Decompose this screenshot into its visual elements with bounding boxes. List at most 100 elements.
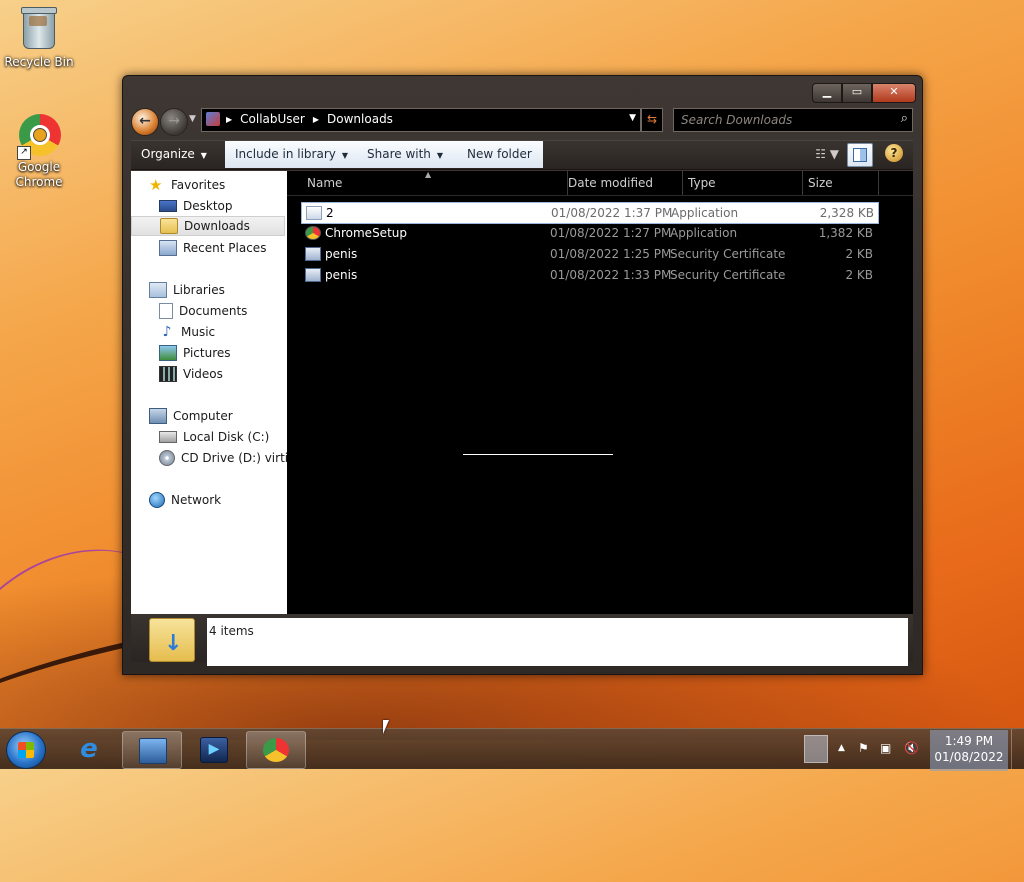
nav-item-network[interactable]: Network: [149, 490, 221, 510]
nav-item-documents[interactable]: Documents: [159, 301, 247, 321]
nav-item-recent-places[interactable]: Recent Places: [159, 238, 266, 258]
recent-places-icon: [159, 240, 177, 256]
nav-item-label: Pictures: [183, 346, 231, 360]
breadcrumb: ▶ CollabUser ▶ Downloads: [226, 112, 393, 126]
help-icon[interactable]: ?: [885, 144, 903, 162]
nav-item-label: Computer: [173, 409, 233, 423]
nav-item-libraries[interactable]: Libraries: [149, 280, 225, 300]
file-name: penis: [325, 268, 358, 282]
taskbar: e ▶ ▲ ⚑ ▣ 🔇 1:49 PM 01/08/2022: [0, 728, 1024, 771]
nav-item-label: CD Drive (D:) virtio-w: [181, 451, 287, 465]
file-date-modified: 01/08/2022 1:37 PM: [551, 206, 673, 220]
search-icon[interactable]: ⌕: [901, 111, 908, 126]
breadcrumb-item-downloads[interactable]: Downloads: [327, 112, 393, 126]
nav-item-pictures[interactable]: Pictures: [159, 343, 231, 363]
mouse-cursor: [383, 720, 389, 734]
file-name: 2: [326, 206, 334, 220]
keyboard-icon[interactable]: [804, 735, 828, 763]
column-header-row: ▲ Name Date modified Type Size: [287, 171, 913, 196]
downloads-folder-icon: [160, 218, 178, 234]
minimize-button[interactable]: ▁: [812, 83, 842, 103]
desktop-icon: [159, 200, 177, 212]
nav-item-desktop[interactable]: Desktop: [159, 196, 233, 216]
computer-icon: [149, 408, 167, 424]
file-type: Application: [671, 206, 739, 220]
new-folder-label: New folder: [467, 147, 532, 161]
network-globe-icon: [149, 492, 165, 508]
volume-muted-icon[interactable]: 🔇: [904, 741, 919, 755]
start-button[interactable]: [6, 731, 46, 769]
internet-explorer-icon: e: [80, 734, 98, 764]
breadcrumb-separator-icon[interactable]: ▶: [226, 115, 232, 124]
file-name: penis: [325, 247, 358, 261]
preview-pane-button[interactable]: [847, 143, 873, 167]
share-with-button[interactable]: Share with ▼: [357, 141, 453, 167]
nav-item-label: Libraries: [173, 283, 225, 297]
clock-time: 1:49 PM: [944, 734, 994, 748]
column-header-date-modified[interactable]: Date modified: [562, 171, 683, 195]
close-button[interactable]: ✕: [872, 83, 916, 103]
nav-item-videos[interactable]: Videos: [159, 364, 223, 384]
nav-item-computer[interactable]: Computer: [149, 406, 233, 426]
file-size: 2 KB: [845, 268, 873, 282]
pictures-icon: [159, 345, 177, 361]
system-tray: ▲ ⚑ ▣ 🔇: [804, 731, 928, 767]
explorer-window: ▁ ▭ ✕ ← → ▼ ▶ CollabUser ▶ Downloads ▼ ⇆…: [122, 75, 923, 675]
file-row[interactable]: 2 01/08/2022 1:37 PM Application 2,328 KB: [301, 202, 879, 224]
network-icon[interactable]: ▣: [880, 741, 891, 755]
nav-item-label: Videos: [183, 367, 223, 381]
nav-item-local-disk[interactable]: Local Disk (C:): [159, 427, 269, 447]
shortcut-arrow-icon: ↗: [17, 146, 31, 160]
forward-button[interactable]: →: [160, 108, 188, 136]
nav-item-favorites[interactable]: ★ Favorites: [149, 175, 225, 195]
file-date-modified: 01/08/2022 1:27 PM: [550, 226, 672, 240]
nav-item-label: Network: [171, 493, 222, 507]
nav-item-label: Local Disk (C:): [183, 430, 270, 444]
file-row[interactable]: penis 01/08/2022 1:33 PM Security Certific…: [301, 265, 877, 285]
nav-item-label: Favorites: [171, 178, 226, 192]
file-row[interactable]: penis 01/08/2022 1:25 PM Security Certific…: [301, 244, 877, 264]
include-in-library-button[interactable]: Include in library ▼: [225, 141, 358, 167]
recent-pages-dropdown[interactable]: ▼: [189, 114, 196, 124]
desktop-icon-recycle-bin[interactable]: Recycle Bin: [1, 6, 77, 70]
include-in-library-label: Include in library: [235, 147, 336, 161]
show-desktop-button[interactable]: [1011, 729, 1024, 769]
command-bar: Organize ▼ Include in library ▼ Share with…: [131, 140, 913, 170]
maximize-button[interactable]: ▭: [842, 83, 872, 103]
refresh-button[interactable]: ⇆: [641, 108, 663, 132]
address-bar[interactable]: ▶ CollabUser ▶ Downloads ▼: [201, 108, 641, 132]
breadcrumb-item-collabuser[interactable]: CollabUser: [240, 112, 305, 126]
chevron-down-icon: ▼: [341, 151, 349, 160]
back-button[interactable]: ←: [131, 108, 159, 136]
file-name: ChromeSetup: [325, 226, 407, 240]
new-folder-button[interactable]: New folder: [457, 141, 542, 167]
address-dropdown-icon[interactable]: ▼: [629, 113, 636, 123]
column-header-type[interactable]: Type: [682, 171, 803, 195]
downloads-folder-large-icon: [149, 618, 195, 662]
taskbar-media-player[interactable]: ▶: [184, 731, 242, 767]
desktop-icon-label: Google Chrome: [15, 160, 63, 189]
details-pane: 4 items: [131, 614, 913, 666]
change-view-button[interactable]: ☷ ▼: [815, 147, 839, 161]
file-row[interactable]: ChromeSetup 01/08/2022 1:27 PM Application…: [301, 223, 877, 243]
taskbar-google-chrome[interactable]: [246, 731, 306, 769]
desktop-icon-google-chrome[interactable]: ↗ Google Chrome: [1, 114, 77, 190]
nav-item-downloads[interactable]: Downloads: [131, 216, 285, 236]
breadcrumb-separator-icon[interactable]: ▶: [313, 115, 319, 124]
organize-button[interactable]: Organize ▼: [131, 141, 217, 167]
column-header-size[interactable]: Size: [802, 171, 879, 195]
clock[interactable]: 1:49 PM 01/08/2022: [930, 730, 1008, 771]
search-box[interactable]: ⌕: [673, 108, 913, 132]
file-type: Security Certificate: [670, 247, 786, 261]
recycle-bin-icon: [21, 7, 57, 49]
nav-item-music[interactable]: ♪ Music: [159, 322, 216, 342]
media-player-icon: ▶: [200, 737, 228, 763]
taskbar-windows-explorer[interactable]: [122, 731, 182, 769]
taskbar-internet-explorer[interactable]: e: [60, 731, 118, 767]
search-input[interactable]: [674, 109, 893, 131]
film-icon: [159, 366, 177, 382]
action-center-flag-icon[interactable]: ⚑: [858, 741, 869, 755]
nav-item-cd-drive[interactable]: CD Drive (D:) virtio-w: [159, 448, 287, 468]
column-header-name[interactable]: Name: [301, 171, 568, 195]
show-hidden-icons-button[interactable]: ▲: [838, 743, 845, 753]
